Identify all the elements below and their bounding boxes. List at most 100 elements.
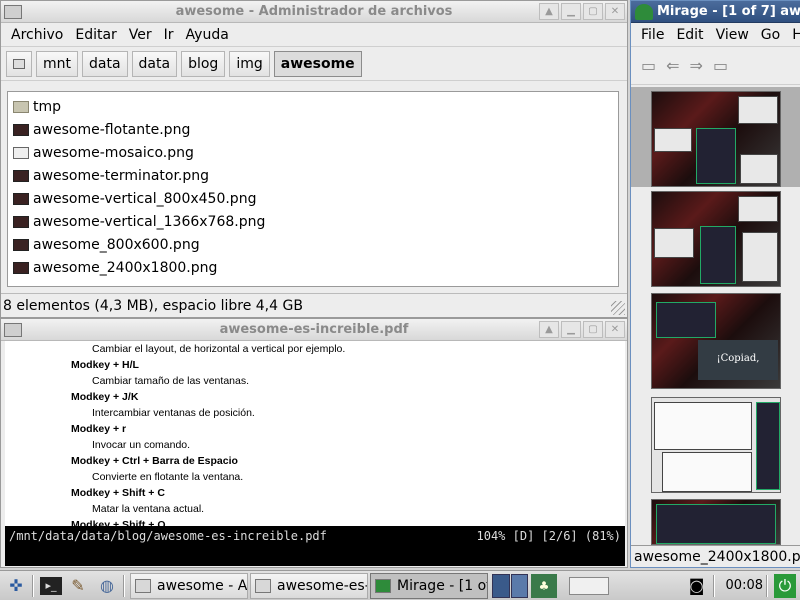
list-item[interactable]: awesome-mosaico.png bbox=[8, 141, 618, 164]
maximize-up-icon[interactable]: ▲ bbox=[539, 321, 559, 338]
breadcrumb-awesome[interactable]: awesome bbox=[273, 50, 362, 77]
menu-ver[interactable]: Ver bbox=[123, 27, 158, 43]
breadcrumb-root-button[interactable] bbox=[6, 50, 32, 77]
close-button[interactable]: ✕ bbox=[605, 321, 625, 338]
task-label: awesome-es-increible.pdf bbox=[277, 577, 368, 594]
list-item[interactable]: tmp bbox=[8, 95, 618, 118]
open-file-icon[interactable]: ▭ bbox=[641, 56, 656, 75]
thumbnail-window-shape bbox=[654, 228, 694, 258]
thumbnail-4[interactable] bbox=[651, 397, 781, 493]
web-browser-launcher-icon[interactable]: ◍ bbox=[94, 574, 120, 598]
image-icon bbox=[13, 146, 29, 159]
pdf-path: /mnt/data/data/blog/awesome-es-increible… bbox=[9, 529, 327, 543]
empty-window-slot[interactable] bbox=[569, 576, 609, 595]
maximize-button[interactable]: ▢ bbox=[583, 321, 603, 338]
thumbnail-overlay-text: ¡Copiad, malditos! bbox=[698, 340, 778, 380]
menu-file[interactable]: File bbox=[635, 27, 670, 43]
image-icon bbox=[13, 261, 29, 274]
list-item[interactable]: awesome-flotante.png bbox=[8, 118, 618, 141]
thumbnail-terminal-shape bbox=[756, 402, 780, 490]
menu-ir[interactable]: Ir bbox=[158, 27, 180, 43]
minimize-button[interactable]: ▁ bbox=[561, 321, 581, 338]
camera-icon[interactable]: ◙ bbox=[684, 574, 710, 598]
exit-icon[interactable]: ⏻ bbox=[774, 573, 796, 598]
start-menu-icon[interactable]: ✜ bbox=[3, 574, 29, 598]
thumbnail-window-shape bbox=[654, 128, 692, 152]
menu-ayuda[interactable]: Ayuda bbox=[180, 27, 235, 43]
file-list: tmp awesome-flotante.png awesome-mosaico… bbox=[7, 91, 619, 287]
next-icon[interactable]: ⇒ bbox=[690, 56, 703, 75]
minimize-toolbar-icon[interactable]: ▭ bbox=[713, 56, 728, 75]
file-manager-titlebar[interactable]: awesome - Administrador de archivos ▲ ▁ … bbox=[1, 1, 627, 23]
menu-view[interactable]: View bbox=[710, 27, 755, 43]
taskbar-separator bbox=[766, 574, 768, 597]
taskbar-separator bbox=[712, 574, 715, 597]
menu-archivo[interactable]: Archivo bbox=[5, 27, 69, 43]
file-manager-window: awesome - Administrador de archivos ▲ ▁ … bbox=[0, 0, 628, 318]
list-item[interactable]: awesome_2400x1800.png bbox=[8, 256, 618, 279]
pdf-text-line: Invocar un comando. bbox=[92, 439, 191, 451]
list-item[interactable]: awesome-vertical_1366x768.png bbox=[8, 210, 618, 233]
task-pdf-viewer[interactable]: awesome-es-increible.pdf bbox=[250, 572, 368, 599]
task-label: Mirage - [1 of 7] awesome_2400x1800.png bbox=[397, 577, 487, 594]
close-button[interactable]: ✕ bbox=[605, 3, 625, 20]
thumbnail-terminal-shape bbox=[656, 504, 776, 544]
task-file-manager[interactable]: awesome - Administrador de archivos bbox=[130, 572, 248, 599]
thumbnail-window-shape bbox=[738, 196, 778, 222]
breadcrumb: mnt data data blog img awesome bbox=[1, 47, 627, 81]
menu-go[interactable]: Go bbox=[755, 27, 786, 43]
thumbnail-terminal-shape bbox=[656, 302, 716, 338]
mirage-window: Mirage - [1 of 7] awesome_2400x1800.png … bbox=[630, 0, 800, 568]
menu-editar[interactable]: Editar bbox=[69, 27, 122, 43]
menu-help[interactable]: Help bbox=[786, 27, 800, 43]
mirage-status-text: awesome_2400x1800.png bbox=[634, 548, 800, 565]
breadcrumb-data[interactable]: data bbox=[82, 50, 128, 77]
pdf-text-line: Modkey + J/K bbox=[71, 391, 139, 403]
breadcrumb-data-2[interactable]: data bbox=[131, 50, 178, 77]
pdf-viewer-title: awesome-es-increible.pdf bbox=[219, 322, 409, 337]
pdf-command-line[interactable] bbox=[5, 546, 625, 566]
menu-edit[interactable]: Edit bbox=[670, 27, 709, 43]
task-label: awesome - Administrador de archivos bbox=[157, 577, 248, 594]
breadcrumb-mnt[interactable]: mnt bbox=[36, 50, 78, 77]
list-item[interactable]: awesome-vertical_800x450.png bbox=[8, 187, 618, 210]
pdf-text-line: Modkey + Shift + C bbox=[71, 487, 165, 499]
taskbar-separator bbox=[32, 574, 34, 597]
taskbar-separator bbox=[123, 574, 125, 597]
thumbnail-3[interactable]: ¡Copiad, malditos! bbox=[651, 293, 781, 389]
workspace-2[interactable] bbox=[510, 573, 528, 598]
pdf-page[interactable]: Cambiar el layout, de horizontal a verti… bbox=[5, 341, 625, 544]
resize-grip-icon[interactable] bbox=[611, 301, 625, 315]
folder-icon bbox=[135, 578, 151, 593]
thumbnail-1[interactable] bbox=[651, 91, 781, 187]
workspace-pager[interactable] bbox=[492, 573, 528, 598]
thumbnail-2[interactable] bbox=[651, 191, 781, 287]
thumbnail-5[interactable] bbox=[651, 499, 781, 545]
maximize-button[interactable]: ▢ bbox=[583, 3, 603, 20]
mirage-toolbar: ▭ ⇐ ⇒ ▭ bbox=[631, 47, 800, 85]
thumbnail-terminal-shape bbox=[696, 128, 736, 184]
previous-icon[interactable]: ⇐ bbox=[666, 56, 679, 75]
breadcrumb-blog[interactable]: blog bbox=[181, 50, 226, 77]
pdf-text-line: Convierte en flotante la ventana. bbox=[92, 471, 244, 483]
minimize-button[interactable]: ▁ bbox=[561, 3, 581, 20]
clock[interactable]: 00:08 bbox=[726, 578, 763, 593]
list-item[interactable]: awesome_800x600.png bbox=[8, 233, 618, 256]
pdf-text-line: Modkey + r bbox=[71, 423, 127, 435]
breadcrumb-img[interactable]: img bbox=[229, 50, 270, 77]
pdf-window-icon bbox=[255, 578, 271, 593]
maximize-up-icon[interactable]: ▲ bbox=[539, 3, 559, 20]
paint-brush-launcher-icon[interactable]: ✎ bbox=[65, 574, 91, 598]
pdf-viewer-titlebar[interactable]: awesome-es-increible.pdf ▲ ▁ ▢ ✕ bbox=[1, 319, 627, 341]
thumbnail-terminal-shape bbox=[700, 226, 736, 284]
workspace-1[interactable] bbox=[492, 573, 510, 598]
image-icon bbox=[13, 123, 29, 136]
mirage-tray-icon[interactable]: ♣ bbox=[531, 573, 557, 598]
pdf-text-line: Cambiar tamaño de las ventanas. bbox=[92, 375, 250, 387]
task-mirage[interactable]: Mirage - [1 of 7] awesome_2400x1800.png bbox=[370, 572, 488, 599]
image-icon bbox=[13, 238, 29, 251]
image-icon bbox=[13, 169, 29, 182]
list-item[interactable]: awesome-terminator.png bbox=[8, 164, 618, 187]
terminal-launcher-icon[interactable]: ▸_ bbox=[40, 576, 62, 595]
mirage-titlebar[interactable]: Mirage - [1 of 7] awesome_2400x1800.png bbox=[631, 1, 800, 23]
